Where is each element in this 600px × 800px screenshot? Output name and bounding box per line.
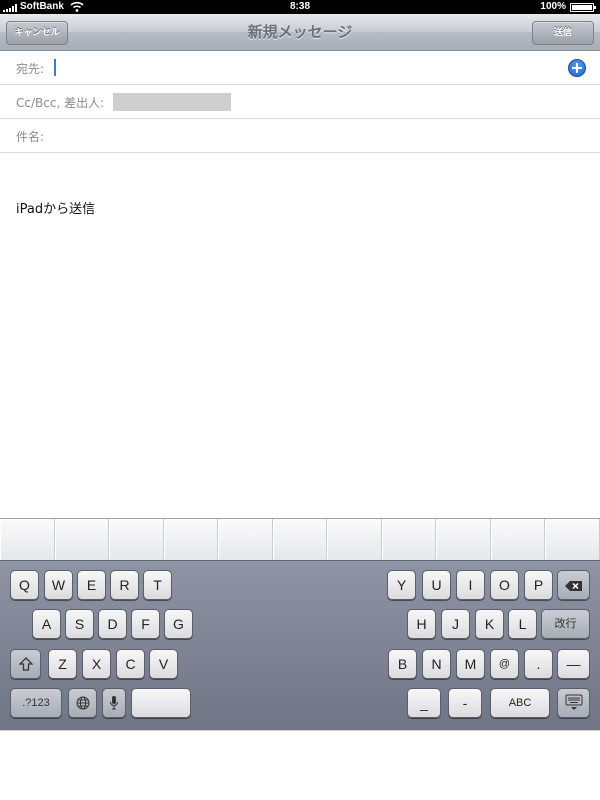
key-dash[interactable]: — xyxy=(557,649,590,679)
key-a[interactable]: A xyxy=(32,609,61,639)
add-recipient-button[interactable] xyxy=(568,59,586,77)
battery-level-fill xyxy=(572,5,592,10)
cc-bcc-from-label: Cc/Bcc, 差出人: xyxy=(16,96,105,110)
key-hyphen[interactable]: - xyxy=(448,688,482,718)
status-time: 8:38 xyxy=(289,1,310,12)
key-u[interactable]: U xyxy=(422,570,451,600)
key-y[interactable]: Y xyxy=(387,570,416,600)
key-p[interactable]: P xyxy=(524,570,553,600)
subject-label: 件名: xyxy=(16,130,45,144)
on-screen-keyboard: Q W E R T Y U I O P A S D F G H J K L 改行… xyxy=(0,560,600,730)
key-m[interactable]: M xyxy=(456,649,485,679)
key-t[interactable]: T xyxy=(143,570,172,600)
to-label: 宛先: xyxy=(16,62,45,76)
keyboard-dismiss-icon xyxy=(565,694,582,710)
key-period[interactable]: . xyxy=(524,649,553,679)
backspace-icon xyxy=(564,581,582,591)
globe-key[interactable] xyxy=(68,688,97,718)
key-n[interactable]: N xyxy=(422,649,451,679)
key-c[interactable]: C xyxy=(116,649,145,679)
shift-key[interactable] xyxy=(10,649,41,679)
dismiss-keyboard-key[interactable] xyxy=(557,688,590,718)
key-r[interactable]: R xyxy=(110,570,139,600)
below-keyboard-area xyxy=(0,730,600,800)
send-button[interactable]: 送信 xyxy=(532,21,594,45)
numbers-key[interactable]: .?123 xyxy=(10,688,62,718)
shift-icon xyxy=(17,657,34,671)
dictation-key[interactable] xyxy=(102,688,126,718)
key-o[interactable]: O xyxy=(490,570,519,600)
space-key[interactable] xyxy=(131,688,191,718)
navigation-bar: キャンセル 新規メッセージ 送信 xyxy=(0,14,600,51)
to-field[interactable]: 宛先: xyxy=(0,51,600,85)
battery-icon xyxy=(570,3,596,12)
key-underscore[interactable]: _ xyxy=(407,688,441,718)
key-j[interactable]: J xyxy=(441,609,470,639)
status-bar: SoftBank 8:38 100% xyxy=(0,0,600,14)
key-s[interactable]: S xyxy=(65,609,94,639)
battery-percentage: 100% xyxy=(540,1,566,12)
key-q[interactable]: Q xyxy=(10,570,39,600)
abc-key[interactable]: ABC xyxy=(490,688,550,718)
message-body[interactable]: iPadから送信 xyxy=(0,153,600,518)
return-key[interactable]: 改行 xyxy=(541,609,590,639)
key-at[interactable]: @ xyxy=(490,649,519,679)
text-cursor xyxy=(54,59,56,76)
key-x[interactable]: X xyxy=(82,649,111,679)
key-z[interactable]: Z xyxy=(48,649,77,679)
subject-field[interactable]: 件名: xyxy=(0,119,600,153)
key-e[interactable]: E xyxy=(77,570,106,600)
key-g[interactable]: G xyxy=(164,609,193,639)
from-address-redacted xyxy=(113,93,231,111)
delete-key[interactable] xyxy=(557,570,590,600)
page-title: 新規メッセージ xyxy=(247,23,353,41)
key-l[interactable]: L xyxy=(508,609,537,639)
cc-bcc-from-field[interactable]: Cc/Bcc, 差出人: xyxy=(0,85,600,119)
key-w[interactable]: W xyxy=(44,570,73,600)
globe-icon xyxy=(76,696,89,710)
signature-text: iPadから送信 xyxy=(16,202,96,217)
key-v[interactable]: V xyxy=(149,649,178,679)
key-b[interactable]: B xyxy=(388,649,417,679)
key-i[interactable]: I xyxy=(456,570,485,600)
key-f[interactable]: F xyxy=(131,609,160,639)
microphone-icon xyxy=(110,696,118,710)
key-h[interactable]: H xyxy=(407,609,436,639)
key-k[interactable]: K xyxy=(475,609,504,639)
key-d[interactable]: D xyxy=(98,609,127,639)
keyboard-candidate-bar xyxy=(0,518,600,560)
